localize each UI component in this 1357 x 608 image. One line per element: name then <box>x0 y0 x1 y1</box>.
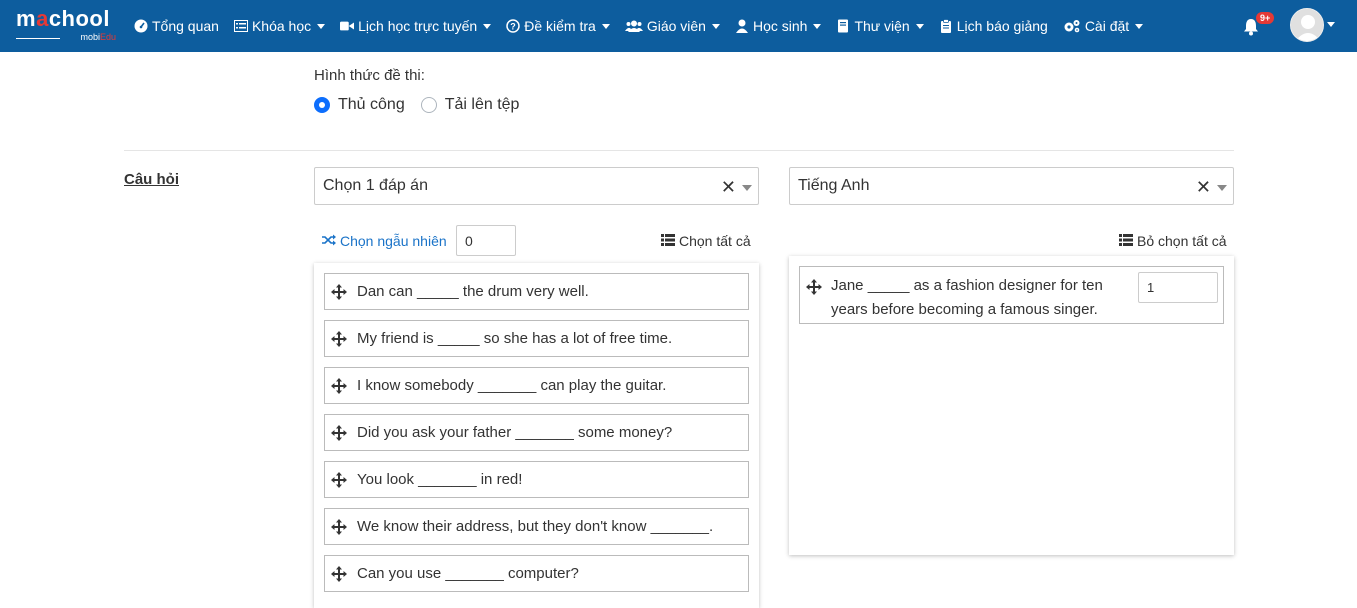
chevron-down-icon[interactable] <box>1217 185 1227 191</box>
shuffle-icon <box>322 233 336 249</box>
clipboard-icon <box>939 19 953 33</box>
nav-item-students[interactable]: Học sinh <box>735 18 822 34</box>
chevron-down-icon[interactable] <box>742 185 752 191</box>
list-icon <box>661 233 675 249</box>
random-count-input[interactable] <box>456 225 516 256</box>
nav-item-settings[interactable]: Cài đặt <box>1063 18 1144 34</box>
user-icon <box>735 19 749 33</box>
select-all-button[interactable]: Chọn tất cả <box>661 233 751 249</box>
nav-item-courses[interactable]: Khóa học <box>233 18 326 34</box>
questions-section-label: Câu hỏi <box>124 171 179 188</box>
nav-item-library[interactable]: Thư viện <box>836 18 924 34</box>
dashboard-icon <box>134 19 148 33</box>
svg-text:?: ? <box>510 22 516 32</box>
question-item[interactable]: My friend is _____ so she has a lot of f… <box>324 320 749 357</box>
selected-question-item[interactable]: Jane _____ as a fashion designer for ten… <box>799 266 1224 324</box>
chevron-down-icon <box>317 23 326 29</box>
nav-item-lesson-schedule[interactable]: Lịch báo giảng <box>939 18 1048 34</box>
chevron-down-icon <box>601 23 610 29</box>
avatar[interactable] <box>1290 8 1324 42</box>
radio-button[interactable] <box>314 97 330 113</box>
subject-select[interactable]: Tiếng Anh ✕ <box>789 167 1234 205</box>
clear-icon[interactable]: ✕ <box>721 177 736 198</box>
nav-item-overview[interactable]: Tổng quan <box>134 18 219 34</box>
chevron-down-icon <box>711 23 720 29</box>
radio-manual[interactable]: Thủ công <box>314 96 405 114</box>
move-icon[interactable] <box>331 471 347 488</box>
question-icon: ? <box>506 19 520 33</box>
move-icon[interactable] <box>331 565 347 582</box>
video-icon <box>340 19 355 33</box>
question-item[interactable]: We know their address, but they don't kn… <box>324 508 749 545</box>
logo[interactable]: machool mobiEdu <box>16 8 116 44</box>
move-icon[interactable] <box>331 518 347 535</box>
chevron-down-icon[interactable] <box>1327 22 1335 27</box>
chevron-down-icon <box>1135 23 1144 29</box>
exam-type-radio-group: Thủ công Tải lên tệp <box>314 96 535 114</box>
nav-item-teachers[interactable]: Giáo viên <box>624 18 720 34</box>
chevron-down-icon <box>483 23 492 29</box>
random-select-link[interactable]: Chọn ngẫu nhiên <box>322 233 447 249</box>
divider <box>124 150 1234 151</box>
selected-questions-panel: Jane _____ as a fashion designer for ten… <box>789 256 1234 555</box>
exam-type-label: Hình thức đề thi: <box>314 67 425 84</box>
notification-badge: 9+ <box>1256 12 1275 24</box>
chevron-down-icon <box>813 23 822 29</box>
answer-type-select[interactable]: Chọn 1 đáp án ✕ <box>314 167 759 205</box>
score-input[interactable] <box>1138 272 1218 303</box>
question-item[interactable]: Can you use _______ computer? <box>324 555 749 592</box>
question-item[interactable]: Dan can _____ the drum very well. <box>324 273 749 310</box>
radio-button[interactable] <box>420 97 437 113</box>
deselect-all-button[interactable]: Bỏ chọn tất cả <box>1119 233 1227 249</box>
nav-item-online-schedule[interactable]: Lịch học trực tuyến <box>340 18 492 34</box>
selected-question-text: Jane _____ as a fashion designer for ten… <box>831 277 1103 318</box>
users-icon <box>624 19 643 33</box>
book-icon <box>836 19 850 33</box>
clear-icon[interactable]: ✕ <box>1196 177 1211 198</box>
logo-text: machool <box>16 6 110 31</box>
main-menu: Tổng quan Khóa học Lịch học trực tuyến ?… <box>134 0 1158 52</box>
move-icon[interactable] <box>331 424 347 441</box>
top-navbar: machool mobiEdu Tổng quan Khóa học Lịch … <box>0 0 1357 52</box>
move-icon[interactable] <box>331 330 347 347</box>
available-questions-panel: Dan can _____ the drum very well. My fri… <box>314 263 759 608</box>
list-icon <box>1119 233 1133 249</box>
question-item[interactable]: I know somebody _______ can play the gui… <box>324 367 749 404</box>
question-item[interactable]: You look _______ in red! <box>324 461 749 498</box>
list-icon <box>233 19 248 33</box>
move-icon[interactable] <box>806 279 822 295</box>
question-item[interactable]: Did you ask your father _______ some mon… <box>324 414 749 451</box>
radio-upload-file[interactable]: Tải lên tệp <box>420 96 519 114</box>
move-icon[interactable] <box>331 377 347 394</box>
logo-subtext: mobiEdu <box>80 32 116 42</box>
chevron-down-icon <box>915 23 924 29</box>
gears-icon <box>1063 19 1081 33</box>
move-icon[interactable] <box>331 283 347 300</box>
nav-item-exams[interactable]: ? Đề kiểm tra <box>506 18 610 34</box>
